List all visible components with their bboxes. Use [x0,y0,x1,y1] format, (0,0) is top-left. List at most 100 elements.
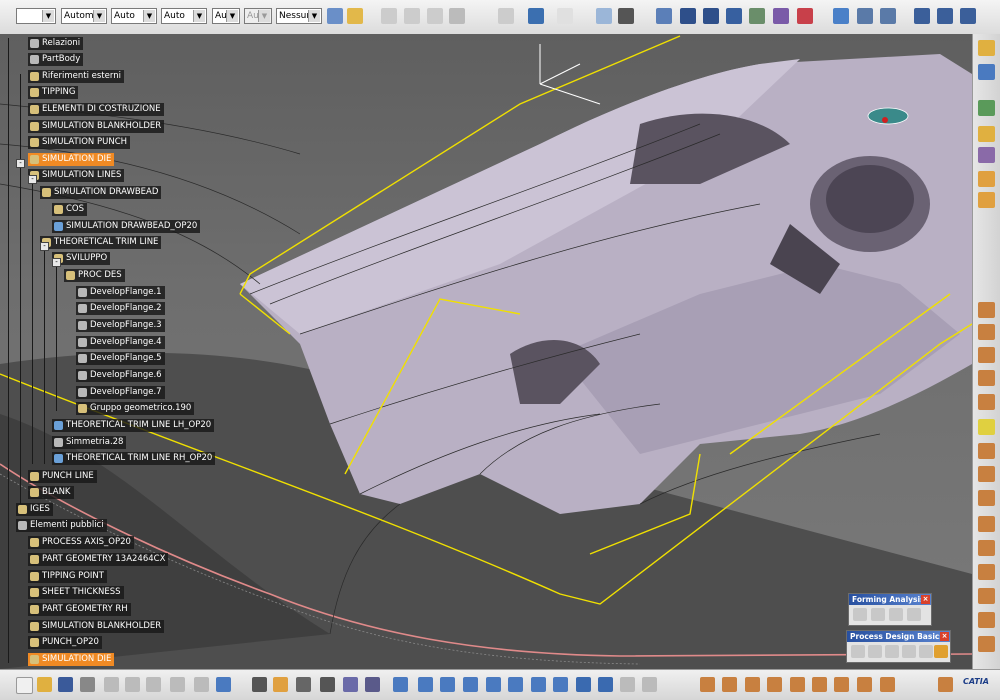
rotate-icon[interactable] [596,8,612,24]
fillet-icon[interactable] [978,490,995,506]
expand-toggle[interactable]: - [52,258,61,267]
cut-icon[interactable] [381,8,397,24]
tree-node-simulation-drawbead[interactable]: SIMULATION DRAWBEAD [40,186,162,199]
curve-icon[interactable] [851,645,865,658]
hide-show-icon[interactable] [620,677,635,692]
loft-icon[interactable] [978,394,995,410]
tree-node-trim-line-lh-op20[interactable]: THEORETICAL TRIM LINE LH_OP20 [52,419,215,432]
fly-mode-icon[interactable] [393,677,408,692]
tree-node-punch-op20[interactable]: PUNCH_OP20 [28,636,102,649]
tree-node-theoretical-trim-line[interactable]: THEORETICAL TRIM LINE [40,236,162,249]
tree-node-punch-line[interactable]: PUNCH LINE [28,470,97,483]
trim-icon[interactable] [978,466,995,482]
line-icon[interactable] [700,677,715,692]
painter-icon[interactable] [347,8,363,24]
redo-icon[interactable] [194,677,209,692]
close-icon[interactable]: × [940,632,949,641]
tree-node-simmetria-28[interactable]: Simmetria.28 [52,436,127,449]
knowledge-icon[interactable] [273,677,288,692]
extrude-icon[interactable] [978,302,995,318]
tree-node-developflange-4[interactable]: DevelopFlange.4 [76,336,165,349]
tree-node-simulation-punch[interactable]: SIMULATION PUNCH [28,136,131,149]
tree-node-developflange-7[interactable]: DevelopFlange.7 [76,386,165,399]
spline-icon[interactable] [722,677,737,692]
tree-node-blank[interactable]: BLANK [28,486,74,499]
hole-icon[interactable] [978,192,995,208]
scaling-icon[interactable] [978,588,995,604]
expand-toggle[interactable]: - [40,242,49,251]
settings-icon[interactable] [934,645,948,658]
tree-node-developflange-6[interactable]: DevelopFlange.6 [76,369,165,382]
point-type-select[interactable]: Aut ▼ [212,8,240,24]
translate-icon[interactable] [978,516,995,532]
draft-analysis-icon[interactable] [889,608,903,621]
tree-node-tipping-point[interactable]: TIPPING POINT [28,570,107,583]
offset-icon[interactable] [902,645,916,658]
tree-node-tipping[interactable]: TIPPING [28,86,79,99]
tree-node-simulation-lines[interactable]: SIMULATION LINES [28,169,125,182]
expand-toggle[interactable]: - [28,175,37,184]
pad-icon[interactable] [978,100,995,116]
sketch-icon[interactable] [857,8,873,24]
symmetry-icon[interactable] [978,564,995,580]
groove-icon[interactable] [978,171,995,187]
help-icon[interactable] [216,677,231,692]
measure-icon[interactable] [656,8,672,24]
revolve-icon[interactable] [978,324,995,340]
tree-node-riferimenti-esterni[interactable]: Riferimenti esterni [28,70,124,83]
collapse-icon[interactable] [937,8,953,24]
tree-node-simulation-drawbead-op20[interactable]: SIMULATION DRAWBEAD_OP20 [52,220,201,233]
blend-icon[interactable] [919,645,933,658]
normal-view-icon[interactable] [531,677,546,692]
tree-node-gruppo-geometrico[interactable]: Gruppo geometrico.190 [76,402,195,415]
tree-node-developflange-3[interactable]: DevelopFlange.3 [76,319,165,332]
expand-toggle[interactable]: - [16,159,25,168]
project-icon[interactable] [812,677,827,692]
strain-analysis-icon[interactable] [871,608,885,621]
shaft-icon[interactable] [978,147,995,163]
law-icon[interactable] [797,8,813,24]
cut-icon[interactable] [104,677,119,692]
line-type-select[interactable]: Auto ▼ [111,8,157,24]
formula-icon[interactable] [252,677,267,692]
zoom-in-icon[interactable] [486,677,501,692]
boundary-icon[interactable] [857,677,872,692]
thickness-analysis-icon[interactable] [853,608,867,621]
layer-select[interactable]: Nessuno ▼ [276,8,322,24]
pan-icon[interactable] [440,677,455,692]
tree-node-iges[interactable]: IGES [16,503,53,516]
multi-view-icon[interactable] [553,677,568,692]
fit-icon[interactable] [960,8,976,24]
plane-icon[interactable] [833,8,849,24]
fit-all-icon[interactable] [418,677,433,692]
eraser-icon[interactable] [449,8,465,24]
tree-node-relazioni[interactable]: Relazioni [28,37,84,50]
intersect-icon[interactable] [834,677,849,692]
tree-node-developflange-2[interactable]: DevelopFlange.2 [76,302,165,315]
tree-node-part-geometry-13a2464cx[interactable]: PART GEOMETRY 13A2464CX [28,553,169,566]
catalog-icon[interactable] [703,8,719,24]
corner-icon[interactable] [767,677,782,692]
tools-palette-icon[interactable] [343,677,358,692]
line-color-select[interactable]: ▼ [16,8,56,24]
zoom-out-icon[interactable] [508,677,523,692]
tree-node-pub-simulation-blankholder[interactable]: SIMULATION BLANKHOLDER [28,620,165,633]
tree-node-elementi-costruzione[interactable]: ELEMENTI DI COSTRUZIONE [28,103,164,116]
rotate-view-icon[interactable] [463,677,478,692]
tree-node-trim-line-rh-op20[interactable]: THEORETICAL TRIM LINE RH_OP20 [52,452,216,465]
workbench-icon[interactable] [978,40,995,56]
new-icon[interactable] [16,677,33,694]
color-select[interactable]: Automa ▼ [61,8,107,24]
tree-node-proc-des[interactable]: PROC DES [64,269,125,282]
tree-node-partbody[interactable]: PartBody [28,53,84,66]
fill-icon[interactable] [978,370,995,386]
compass-icon[interactable] [618,8,634,24]
offset-curve-icon[interactable] [938,677,953,692]
flange-analysis-icon[interactable] [907,608,921,621]
catalog-browser-icon[interactable] [296,677,311,692]
shading-icon[interactable] [598,677,613,692]
join-icon[interactable] [978,419,995,435]
tree-node-process-axis-op20[interactable]: PROCESS AXIS_OP20 [28,536,134,549]
undo-icon[interactable] [170,677,185,692]
page-icon[interactable] [498,8,514,24]
